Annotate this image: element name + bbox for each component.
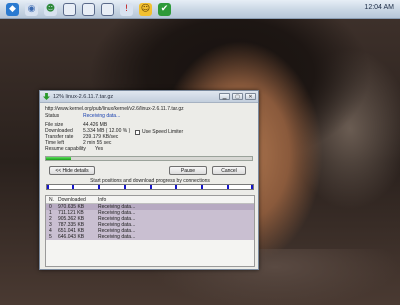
maximize-button[interactable]: ▢: [232, 93, 243, 100]
status-label: Status: [45, 113, 60, 119]
close-button[interactable]: ✕: [245, 93, 256, 100]
people-icon[interactable]: ☻: [44, 2, 57, 16]
connections-progress-bar: [46, 184, 254, 190]
row-downloaded: 646.043 KB: [58, 234, 85, 240]
windows-icon[interactable]: ◆: [6, 2, 19, 16]
connections-table: N. Downloaded Info 0 970.635 KB Receivin…: [45, 195, 255, 267]
download-progress-fill: [46, 157, 71, 160]
column-header-info[interactable]: Info: [98, 197, 254, 203]
download-url: http://www.kernel.org/pub/linux/kernel/v…: [45, 106, 184, 112]
window-icon[interactable]: [82, 2, 95, 16]
status-value: Receiving data...: [83, 113, 121, 119]
speed-limiter-option[interactable]: Use Speed Limiter: [135, 129, 183, 135]
resume-capability-value: Yes: [95, 146, 104, 152]
minimize-button[interactable]: ▁: [219, 93, 230, 100]
pause-button[interactable]: Pause: [169, 166, 207, 175]
window-icon[interactable]: [63, 2, 76, 16]
column-header-number[interactable]: N.: [46, 197, 58, 203]
column-header-downloaded[interactable]: Downloaded: [58, 197, 98, 203]
taskbar: ◆ ◉ ☻ ! ☺ ✔ 12:04 AM: [0, 0, 400, 19]
cancel-button[interactable]: Cancel: [212, 166, 246, 175]
download-progress-bar: [45, 156, 253, 161]
chat-icon[interactable]: ◉: [25, 2, 38, 16]
window-titlebar[interactable]: 12% linux-2.6.11.7.tar.gz ▁ ▢ ✕: [40, 91, 258, 103]
speed-limiter-label: Use Speed Limiter: [142, 129, 184, 135]
clock[interactable]: 12:04 AM: [364, 4, 394, 11]
table-row[interactable]: 5 646.043 KB Receiving data...: [46, 234, 254, 240]
resume-capability-label: Resume capability: [45, 146, 86, 152]
checkmark-icon[interactable]: ✔: [158, 2, 171, 16]
alert-icon[interactable]: !: [120, 2, 133, 16]
smiley-icon[interactable]: ☺: [139, 2, 152, 16]
download-window: 12% linux-2.6.11.7.tar.gz ▁ ▢ ✕ http://w…: [39, 90, 259, 270]
speed-limiter-checkbox[interactable]: [135, 129, 140, 135]
window-title: 12% linux-2.6.11.7.tar.gz: [53, 93, 114, 100]
window-icon[interactable]: [101, 2, 114, 16]
hide-details-button[interactable]: << Hide details: [49, 166, 95, 175]
row-number: 5: [49, 234, 52, 240]
row-info: Receiving data...: [98, 234, 136, 240]
resume-capability-row: Resume capability Yes: [45, 146, 253, 152]
table-header: N. Downloaded Info: [46, 196, 254, 204]
download-arrow-icon: [43, 93, 50, 100]
